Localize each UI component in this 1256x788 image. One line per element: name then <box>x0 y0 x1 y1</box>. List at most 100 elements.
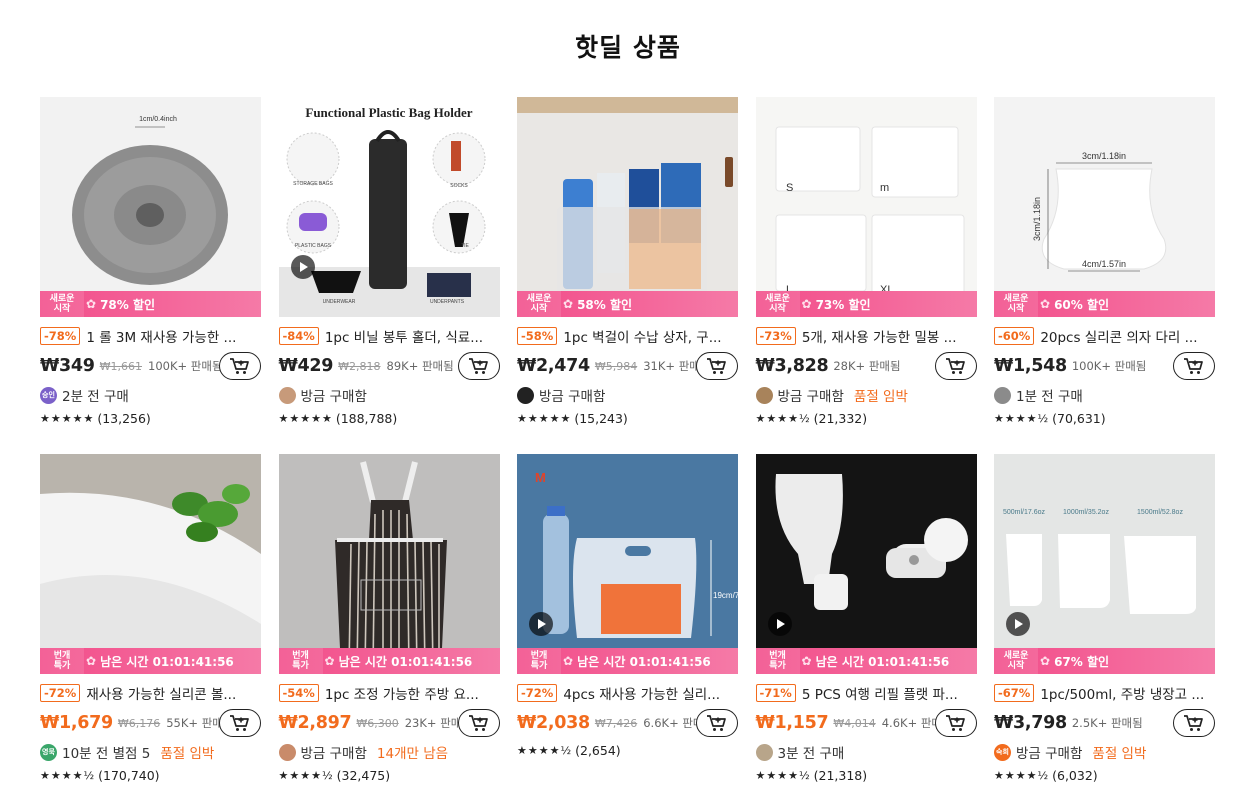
video-play-icon[interactable] <box>1006 612 1030 636</box>
cart-icon <box>468 715 488 731</box>
image-label: 4cm/1.57in <box>1082 259 1126 269</box>
add-to-cart-button[interactable] <box>696 709 738 737</box>
image-label: m <box>880 182 889 194</box>
video-play-icon[interactable] <box>767 612 792 636</box>
purchase-text: 방금 구매함 <box>539 389 606 405</box>
promo-text: 남은 시간 01:01:41:56 <box>815 654 950 669</box>
product-title-row: -84% 1pc 비닐 봉투 홀더, 식료... <box>278 326 500 346</box>
discount-badge: -78% <box>40 327 81 345</box>
price-row: ₩2,897 ₩6,300 23K+ 판매됨 <box>279 709 500 737</box>
avatar-badge-text: 숙희 <box>996 748 1009 756</box>
review-count: (32,475) <box>336 767 391 783</box>
product-card[interactable]: 번개 특가 ✿ 남은 시간 01:01:41:56 -72% 재사용 가능한 실리… <box>40 454 261 787</box>
purchase-text: 3분 전 구매 <box>777 746 845 762</box>
add-to-cart-button[interactable] <box>219 352 261 380</box>
add-to-cart-button[interactable] <box>1173 352 1215 380</box>
cart-icon <box>230 715 249 731</box>
product-card[interactable]: 1cm/0.4inch 새로운 시작 ✿ 78% 할인 -78% 1 롤 3M 재… <box>40 97 261 430</box>
original-price: ₩5,984 <box>594 359 638 373</box>
product-name[interactable]: 5 PCS 여행 리필 플랫 파... <box>802 683 958 703</box>
product-card[interactable]: Functional Plastic Bag Holder STORAGE BA… <box>278 97 500 430</box>
product-card[interactable]: 500ml/17.6oz 1000ml/35.2oz 1500ml/52.8oz… <box>994 454 1215 787</box>
video-play-icon[interactable] <box>290 255 315 279</box>
discount-badge: -58% <box>517 327 558 345</box>
price-row: ₩349 ₩1,661 100K+ 판매됨 <box>40 352 261 380</box>
product-card[interactable]: M 19cm/7.48in 번개특가 ✿ 남은 시간 01:01:41:56 -… <box>517 454 738 787</box>
product-image[interactable]: 새로운 시작 ✿ 58% 할인 <box>517 97 738 317</box>
product-name[interactable]: 1pc 조정 가능한 주방 요... <box>325 683 479 703</box>
product-image[interactable]: 번개 특가 ✿ 남은 시간 01:01:41:56 <box>40 454 261 674</box>
product-title-row: -67% 1pc/500ml, 주방 냉장고 ... <box>994 683 1215 703</box>
sale-price: ₩1,157 <box>755 713 829 733</box>
recent-purchase: 방금 구매함 <box>517 385 738 405</box>
add-to-cart-button[interactable] <box>219 709 261 737</box>
product-name[interactable]: 1 롤 3M 재사용 가능한 ... <box>86 326 236 346</box>
sale-price: ₩3,828 <box>755 356 829 376</box>
recent-purchase: 승인 2분 전 구매 <box>40 385 261 405</box>
promo-text: 73% 할인 <box>815 297 871 312</box>
product-card[interactable]: 번개 특가 ✿ 남은 시간 01:01:41:56 -71% 5 PCS 여행 리… <box>755 454 977 787</box>
image-label: Functional Plastic Bag Holder <box>305 105 472 120</box>
price-row: ₩429 ₩2,818 89K+ 판매됨 <box>279 352 500 380</box>
sold-count: 100K+ 판매됨 <box>148 359 223 373</box>
price-row: ₩2,474 ₩5,984 31K+ 판매됨 <box>517 352 738 380</box>
product-image[interactable]: 3cm/1.18in 3cm/1.18in 4cm/1.57in 새로운 시작 ✿… <box>994 97 1215 317</box>
purchase-text: 10분 전 별점 5 <box>62 746 151 762</box>
image-label: S <box>786 182 793 194</box>
promo-tag: 새로운 시작 <box>517 291 561 317</box>
product-card[interactable]: 새로운 시작 ✿ 58% 할인 -58% 1pc 벽걸이 수납 상자, 구... … <box>517 97 738 430</box>
product-name[interactable]: 20pcs 실리콘 의자 다리 ... <box>1040 326 1197 346</box>
product-image[interactable]: 번개 특가 ✿ 남은 시간 01:01:41:56 <box>755 454 977 674</box>
original-price: ₩2,818 <box>338 359 381 373</box>
cart-icon <box>707 715 726 731</box>
product-image[interactable]: Functional Plastic Bag Holder STORAGE BA… <box>278 97 500 317</box>
product-title-row: -73% 5개, 재사용 가능한 밀봉 ... <box>755 326 977 346</box>
add-to-cart-button[interactable] <box>934 709 977 737</box>
product-image[interactable]: S m L XL 새로운 시작 ✿ 73% 할인 <box>755 97 977 317</box>
price-row: ₩3,828 28K+ 판매됨 <box>756 352 977 380</box>
product-image[interactable]: M 19cm/7.48in 번개특가 ✿ 남은 시간 01:01:41:56 <box>517 454 738 674</box>
product-card[interactable]: 번개 특가 ✿ 남은 시간 01:01:41:56 -54% 1pc 조정 가능한… <box>278 454 500 787</box>
add-to-cart-button[interactable] <box>934 352 977 380</box>
product-name[interactable]: 4pcs 재사용 가능한 실리... <box>563 683 720 703</box>
product-name[interactable]: 1pc/500ml, 주방 냉장고 ... <box>1040 683 1204 703</box>
buyer-avatar <box>755 386 773 404</box>
product-grid: 1cm/0.4inch 새로운 시작 ✿ 78% 할인 -78% 1 롤 3M 재… <box>40 97 1220 787</box>
promo-tag: 새로운 시작 <box>994 291 1038 317</box>
price-row: ₩1,679 ₩6,176 55K+ 판매됨 <box>40 709 261 737</box>
product-name[interactable]: 5개, 재사용 가능한 밀봉 ... <box>802 326 957 346</box>
add-to-cart-button[interactable] <box>457 709 500 737</box>
video-play-icon[interactable] <box>529 612 553 636</box>
promo-ribbon: 번개 특가 ✿ 남은 시간 01:01:41:56 <box>517 648 738 674</box>
price-row: ₩1,157 ₩4,014 4.6K+ 판매됨 <box>756 709 977 737</box>
buyer-avatar <box>278 743 296 761</box>
cart-icon <box>1184 715 1203 731</box>
image-label: UNDERPANTS <box>429 299 464 305</box>
image-label: 1000ml/35.2oz <box>1063 509 1109 516</box>
add-to-cart-button[interactable] <box>1173 709 1215 737</box>
purchase-text: 1분 전 구매 <box>1016 389 1083 405</box>
buyer-avatar <box>755 743 773 761</box>
discount-badge: -73% <box>755 327 796 345</box>
product-image[interactable]: 번개 특가 ✿ 남은 시간 01:01:41:56 <box>278 454 500 674</box>
product-name[interactable]: 1pc 비닐 봉투 홀더, 식료... <box>325 326 483 346</box>
rating-row: ★★★★½ (170,740) <box>40 767 261 783</box>
product-card[interactable]: S m L XL 새로운 시작 ✿ 73% 할인 -73% 5개, 재사용 가능한… <box>755 97 977 430</box>
product-title-row: -58% 1pc 벽걸이 수납 상자, 구... <box>517 326 738 346</box>
add-to-cart-button[interactable] <box>696 352 738 380</box>
cart-icon <box>230 358 249 374</box>
rating-row: ★★★★½ (21,332) <box>756 410 977 426</box>
promo-text: 남은 시간 01:01:41:56 <box>100 654 234 669</box>
product-name[interactable]: 재사용 가능한 실리콘 볼... <box>86 683 236 703</box>
product-card[interactable]: 3cm/1.18in 3cm/1.18in 4cm/1.57in 새로운 시작 ✿… <box>994 97 1215 430</box>
product-image[interactable]: 500ml/17.6oz 1000ml/35.2oz 1500ml/52.8oz… <box>994 454 1215 674</box>
discount-badge: -72% <box>40 684 81 702</box>
add-to-cart-button[interactable] <box>457 352 500 380</box>
avatar-badge-text: 영묵 <box>42 748 55 756</box>
discount-badge: -60% <box>994 327 1035 345</box>
stock-alert: 품절 임박 <box>853 389 908 405</box>
product-name[interactable]: 1pc 벽걸이 수납 상자, 구... <box>563 326 721 346</box>
product-image[interactable]: 1cm/0.4inch 새로운 시작 ✿ 78% 할인 <box>40 97 261 317</box>
star-rating: ★★★★½ <box>517 743 573 757</box>
recent-purchase: 영묵 10분 전 별점 5 품절 임박 <box>40 742 261 762</box>
